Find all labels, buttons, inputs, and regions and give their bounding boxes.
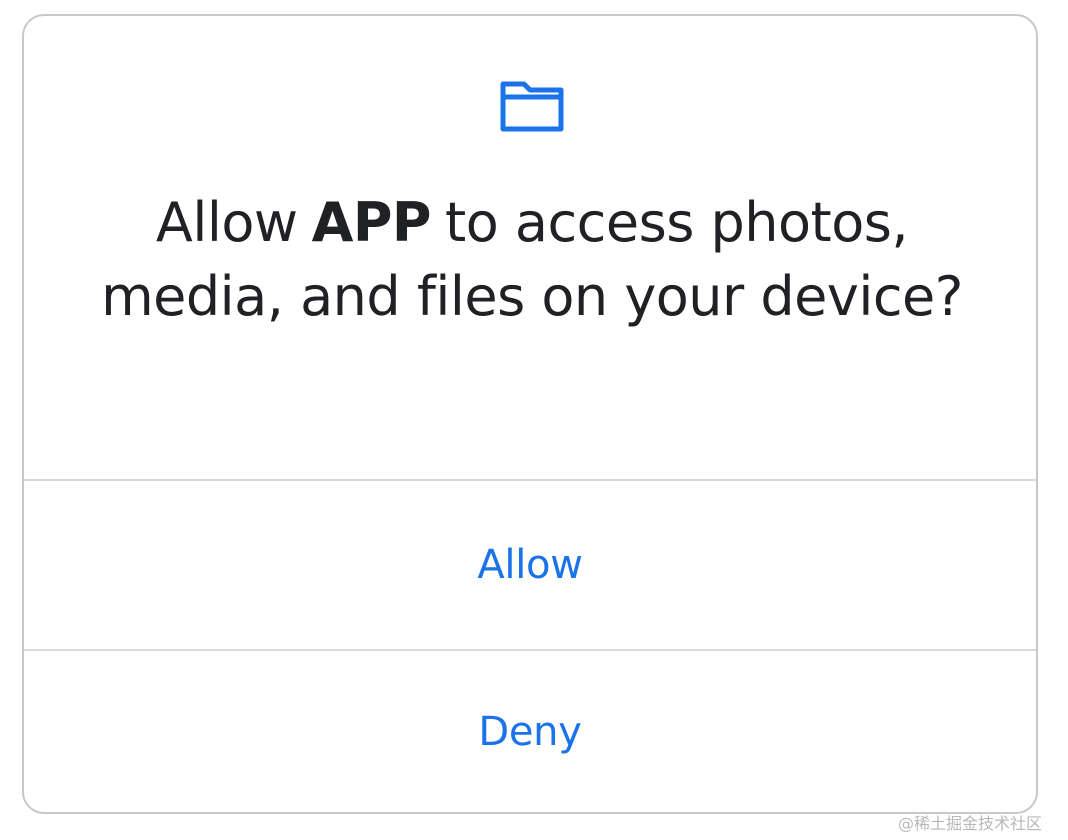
- title-prefix: Allow: [155, 191, 298, 254]
- permission-dialog: Allow APP to access photos, media, and fil…: [22, 14, 1038, 814]
- watermark: @稀土掘金技术社区: [897, 814, 1042, 833]
- allow-button[interactable]: Allow: [24, 481, 1036, 649]
- allow-button-label: Allow: [477, 542, 583, 588]
- app-name: APP: [311, 191, 432, 254]
- dialog-header: Allow APP to access photos, media, and fil…: [24, 16, 1036, 481]
- deny-button[interactable]: Deny: [24, 651, 1036, 812]
- dialog-title: Allow APP to access photos, media, and fil…: [84, 186, 980, 334]
- page: Allow APP to access photos, media, and fil…: [0, 0, 1068, 840]
- folder-icon: [500, 81, 564, 132]
- deny-button-label: Deny: [478, 708, 582, 755]
